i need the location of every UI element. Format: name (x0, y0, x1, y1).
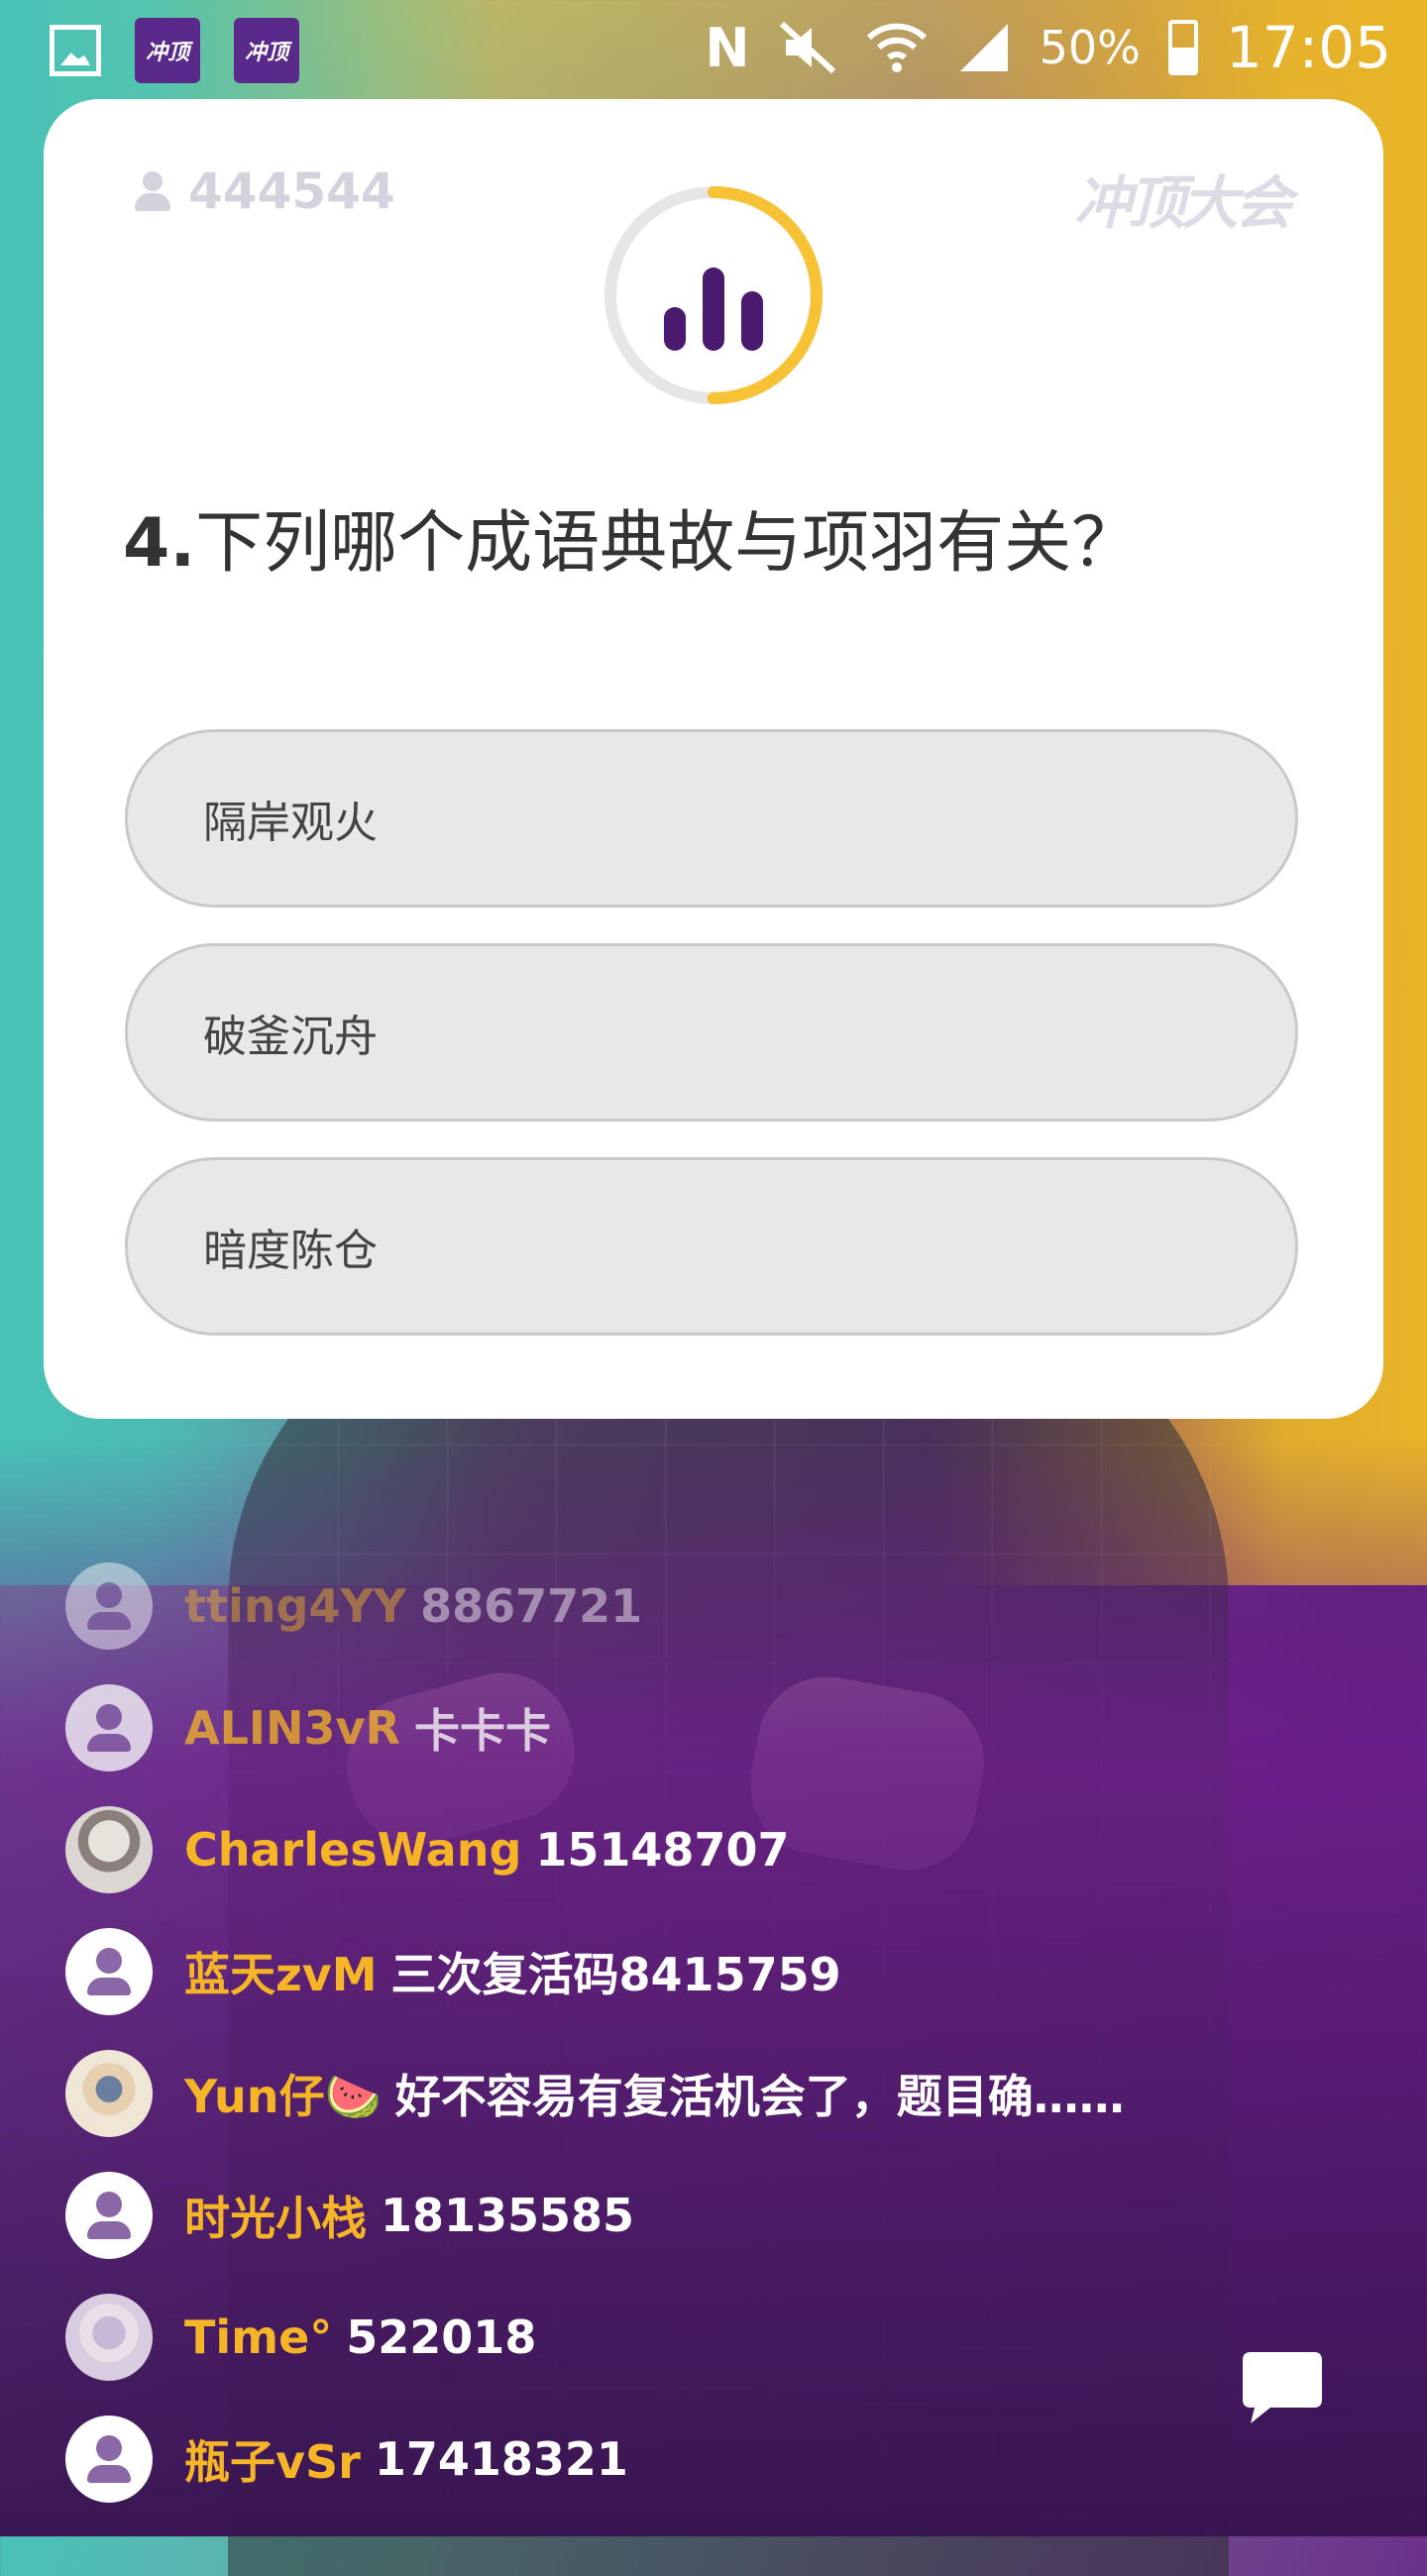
avatar[interactable] (65, 2294, 153, 2381)
nfc-icon: N (705, 16, 750, 79)
app-notification-icon: 冲顶 (234, 18, 299, 83)
answer-option-label: 隔岸观火 (203, 798, 378, 848)
brand-logo: 冲顶大会 (1073, 169, 1292, 237)
answer-option-label: 破釜沉舟 (203, 1012, 378, 1062)
avatar[interactable] (65, 2172, 153, 2259)
user-icon (133, 171, 172, 211)
chat-text: 8867721 (420, 1579, 643, 1633)
answer-option-3[interactable]: 暗度陈仓 (125, 1157, 1298, 1336)
app-notification-icon: 冲顶 (135, 18, 200, 83)
chat-text: 18135585 (381, 2189, 635, 2242)
chat-text: 三次复活码8415759 (390, 1948, 841, 2001)
question-text: 4.下列哪个成语典故与项羽有关？ (123, 487, 1312, 586)
chat-bubble-icon[interactable] (1241, 2350, 1324, 2425)
viewer-count: 444544 (133, 162, 395, 220)
chat-message: Yun仔🍉 好不容易有复活机会了，题目确…… (65, 2049, 1125, 2138)
chat-username: tting4YY (184, 1579, 407, 1633)
battery-charging-icon (1167, 20, 1198, 75)
mute-icon (779, 21, 835, 74)
clock: 17:05 (1225, 14, 1391, 81)
bars-icon (664, 268, 763, 351)
answer-option-1[interactable]: 隔岸观火 (125, 729, 1298, 908)
chat-username: CharlesWang (184, 1823, 522, 1877)
viewer-count-value: 444544 (188, 162, 395, 220)
chat-message: ALIN3vR 卡卡卡 (65, 1683, 551, 1772)
chat-message: 瓶子vSr 17418321 (65, 2415, 628, 2504)
chat-username: Time° (184, 2310, 333, 2364)
chat-text: 15148707 (535, 1823, 790, 1877)
avatar[interactable] (65, 1806, 153, 1893)
chat-username: 蓝天zvM (184, 1948, 378, 2001)
chat-message: 蓝天zvM 三次复活码8415759 (65, 1927, 841, 2016)
chat-username: Yun仔🍉 (184, 2070, 382, 2123)
signal-icon (959, 24, 1008, 71)
question-number: 4. (123, 504, 196, 583)
wifi-icon (866, 23, 927, 72)
answer-option-label: 暗度陈仓 (203, 1226, 378, 1276)
chat-text: 好不容易有复活机会了，题目确…… (394, 2070, 1125, 2123)
avatar[interactable] (65, 1684, 153, 1771)
chat-text: 17418321 (374, 2432, 628, 2486)
gallery-icon (50, 25, 101, 76)
battery-percent: 50% (1039, 21, 1141, 74)
countdown-timer (604, 186, 823, 404)
chat-text: 卡卡卡 (413, 1704, 551, 1758)
chat-message: Time° 522018 (65, 2293, 536, 2382)
chat-message: 时光小栈 18135585 (65, 2171, 634, 2260)
chat-username: 时光小栈 (184, 2192, 367, 2245)
chat-username: ALIN3vR (184, 1701, 400, 1755)
chat-text: 522018 (346, 2310, 537, 2364)
chat-username: 瓶子vSr (184, 2435, 361, 2489)
question-body: 下列哪个成语典故与项羽有关？ (195, 504, 1140, 583)
avatar[interactable] (65, 1562, 153, 1650)
chat-message: CharlesWang 15148707 (65, 1805, 789, 1894)
quiz-card: 444544 冲顶大会 4.下列哪个成语典故与项羽有关？ 隔岸观火 破釜沉舟 暗… (44, 99, 1383, 1419)
avatar[interactable] (65, 2415, 153, 2503)
answer-option-2[interactable]: 破釜沉舟 (125, 943, 1298, 1122)
chat-message: tting4YY 8867721 (65, 1561, 642, 1651)
status-bar: 冲顶 冲顶 N 50% 17:05 (0, 0, 1427, 99)
avatar[interactable] (65, 1928, 153, 2015)
avatar[interactable] (65, 2050, 153, 2137)
